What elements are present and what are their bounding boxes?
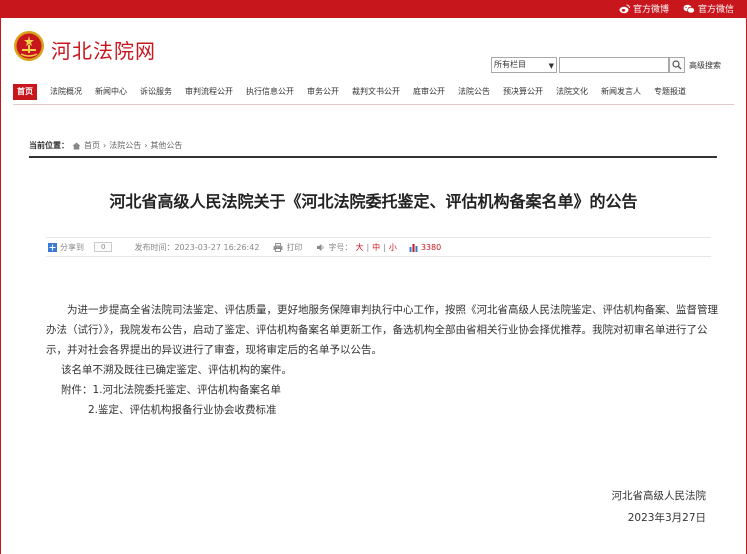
search-scope-select[interactable]: 所有栏目 ▼	[491, 57, 557, 73]
nav-item-news[interactable]: 新闻中心	[95, 84, 127, 100]
nav-item-trial-broadcast[interactable]: 庭审公开	[413, 84, 445, 100]
article-paragraph: 为进一步提高全省法院司法鉴定、评估质量，更好地服务保障审判执行中心工作，按照《河…	[46, 304, 718, 356]
share-label: 分享到	[60, 242, 84, 252]
print-button[interactable]: 打印	[273, 242, 302, 253]
font-medium-button[interactable]: 中	[372, 242, 380, 253]
social-links: 官方微博 官方微信	[619, 2, 734, 15]
weibo-icon	[619, 4, 630, 13]
top-bar: 官方微博 官方微信	[1, 0, 746, 18]
article-paragraph: 该名单不溯及既往已确定鉴定、评估机构的案件。	[61, 364, 292, 376]
breadcrumb-other-notices[interactable]: 其他公告	[150, 140, 182, 151]
share-plus-icon	[48, 242, 57, 252]
wechat-icon	[683, 4, 695, 13]
breadcrumb-home[interactable]: 首页	[84, 140, 100, 151]
breadcrumb-label: 当前位置：	[29, 141, 69, 150]
nav-item-court-culture[interactable]: 法院文化	[556, 84, 588, 100]
home-icon	[72, 142, 81, 149]
search-icon	[672, 60, 682, 70]
font-separator: |	[383, 242, 386, 252]
nav-item-trial-process[interactable]: 审判流程公开	[185, 84, 233, 100]
signature-org: 河北省高级人民法院	[611, 490, 707, 502]
nav-item-court-overview[interactable]: 法院概况	[50, 84, 82, 100]
site-name[interactable]: 河北法院网	[51, 35, 156, 64]
font-separator: |	[366, 242, 370, 252]
font-large-button[interactable]: 大	[355, 242, 363, 253]
nav-item-court-notices[interactable]: 法院公告	[458, 84, 490, 100]
article-meta-bar: 分享到 0 发布时间：2023-03-27 16:26:42 打印 字号： 大 …	[46, 237, 711, 257]
article-title: 河北省高级人民法院关于《河北法院委托鉴定、评估机构备案名单》的公告	[109, 192, 638, 211]
nav-item-home[interactable]: 首页	[13, 84, 37, 100]
breadcrumb-notices[interactable]: 法院公告	[109, 140, 141, 151]
bar-chart-icon	[409, 243, 418, 252]
share-button[interactable]: 分享到	[48, 242, 84, 253]
chevron-right-icon: ›	[144, 141, 148, 150]
font-small-button[interactable]: 小	[389, 242, 397, 253]
main-nav: 首页 法院概况 新闻中心 诉讼服务 审判流程公开 执行信息公开 审务公开 裁判文…	[13, 84, 734, 100]
print-label: 打印	[286, 242, 303, 252]
nav-item-litigation-service[interactable]: 诉讼服务	[140, 84, 172, 100]
breadcrumb: 当前位置： 首页 › 法院公告 › 其他公告	[29, 140, 182, 151]
chevron-down-icon: ▼	[548, 62, 554, 70]
weibo-link[interactable]: 官方微博	[619, 2, 669, 15]
publish-time: 发布时间：2023-03-27 16:26:42	[134, 242, 260, 252]
view-count: 3380	[409, 243, 441, 252]
advanced-search-link[interactable]: 高级搜索	[689, 60, 721, 71]
font-size-label: 字号：	[328, 242, 353, 252]
article-body: 为进一步提高全省法院司法鉴定、评估质量，更好地服务保障审判执行中心工作，按照《河…	[46, 300, 718, 420]
wechat-label: 官方微信	[697, 5, 734, 15]
weibo-label: 官方微博	[632, 5, 669, 15]
breadcrumb-divider	[29, 156, 717, 158]
attachment-link-1[interactable]: 附件：1.河北法院委托鉴定、评估机构备案名单	[46, 380, 718, 400]
nav-item-budget[interactable]: 预决算公开	[503, 84, 543, 100]
site-header: 河北法院网 所有栏目 ▼ 高级搜索	[1, 18, 746, 76]
search-input[interactable]	[559, 57, 669, 73]
share-count: 0	[94, 242, 113, 252]
wechat-link[interactable]: 官方微信	[683, 2, 734, 15]
nav-item-enforcement-info[interactable]: 执行信息公开	[246, 84, 294, 100]
print-icon	[273, 242, 283, 252]
nav-item-court-affairs[interactable]: 审务公开	[307, 84, 339, 100]
court-emblem-icon[interactable]	[13, 30, 45, 62]
search-bar: 所有栏目 ▼ 高级搜索	[491, 57, 721, 73]
nav-divider	[13, 104, 734, 105]
signature-date: 2023年3月27日	[627, 512, 706, 524]
nav-item-special-reports[interactable]: 专题报道	[654, 84, 686, 100]
search-scope-value: 所有栏目	[494, 60, 526, 69]
nav-item-judgments[interactable]: 裁判文书公开	[352, 84, 400, 100]
nav-item-spokesperson[interactable]: 新闻发言人	[601, 84, 641, 100]
chevron-right-icon: ›	[103, 141, 107, 150]
font-size-controls: 字号： 大 | 中 | 小	[316, 242, 397, 253]
speaker-icon	[317, 243, 324, 251]
view-count-value: 3380	[420, 242, 442, 252]
attachment-link-2[interactable]: 2.鉴定、评估机构报备行业协会收费标准	[46, 400, 718, 420]
search-button[interactable]	[669, 57, 685, 73]
